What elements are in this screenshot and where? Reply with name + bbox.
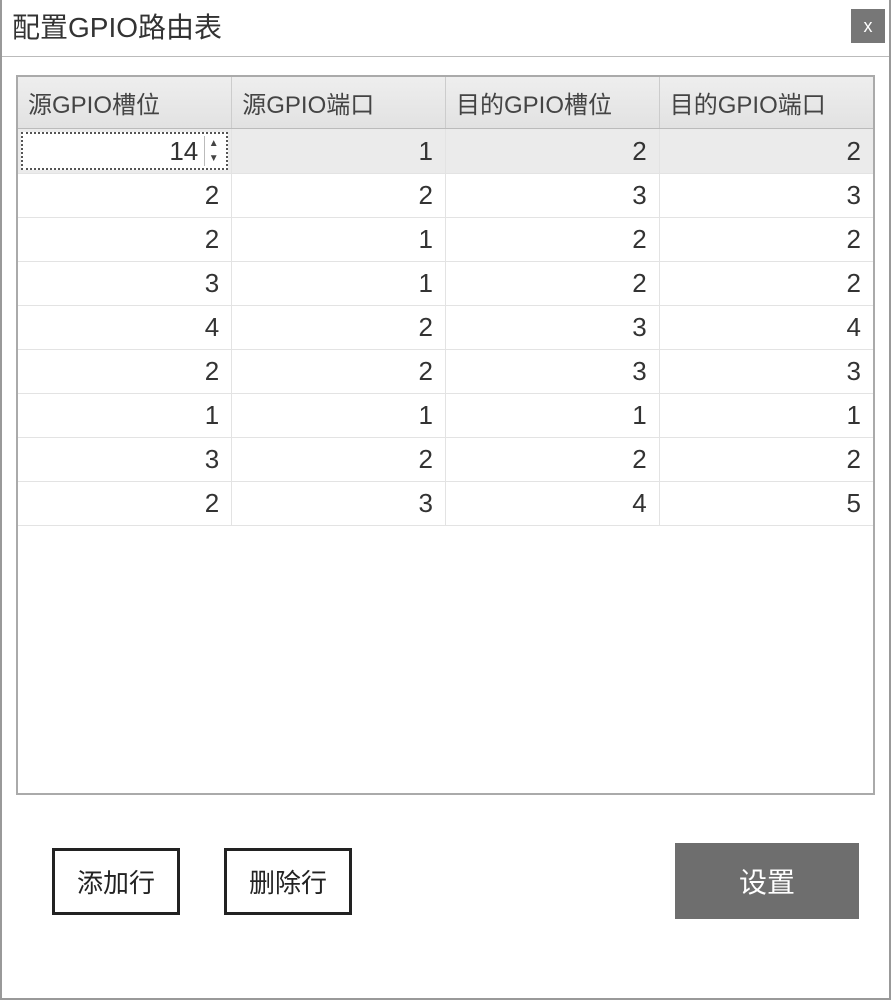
table-cell[interactable]: 3 — [232, 482, 446, 526]
table-cell[interactable]: 2 — [446, 262, 660, 306]
add-row-button[interactable]: 添加行 — [52, 848, 180, 915]
table-cell[interactable]: 2 — [18, 482, 232, 526]
col-header-src-slot[interactable]: 源GPIO槽位 — [18, 77, 232, 129]
table-cell[interactable]: 2 — [18, 350, 232, 394]
col-header-src-port[interactable]: 源GPIO端口 — [232, 77, 446, 129]
table-row[interactable]: 2345 — [18, 482, 873, 526]
table-cell[interactable]: 1 — [232, 262, 446, 306]
dialog-content: 源GPIO槽位 源GPIO端口 目的GPIO槽位 目的GPIO端口 14▲▼12… — [2, 57, 889, 795]
table-container: 源GPIO槽位 源GPIO端口 目的GPIO槽位 目的GPIO端口 14▲▼12… — [16, 75, 875, 795]
spinner-buttons: ▲▼ — [204, 136, 222, 166]
table-body: 14▲▼12222332122312242342233111132222345 — [18, 129, 873, 526]
table-row[interactable]: 3222 — [18, 438, 873, 482]
close-button[interactable]: x — [851, 9, 885, 43]
table-cell[interactable]: 3 — [18, 438, 232, 482]
table-cell[interactable]: 1 — [232, 129, 446, 174]
table-cell[interactable]: 5 — [659, 482, 873, 526]
table-row[interactable]: 2233 — [18, 350, 873, 394]
table-cell[interactable]: 3 — [446, 350, 660, 394]
spinner-cell[interactable]: 14▲▼ — [18, 129, 232, 174]
col-header-dst-port[interactable]: 目的GPIO端口 — [659, 77, 873, 129]
dialog-title: 配置GPIO路由表 — [12, 6, 222, 46]
spinner-input[interactable]: 14▲▼ — [21, 132, 228, 170]
spinner-up-icon[interactable]: ▲ — [205, 136, 222, 151]
gpio-routing-dialog: 配置GPIO路由表 x 源GPIO槽位 源GPIO端口 目的GPIO槽位 目的G… — [0, 0, 891, 1000]
table-header-row: 源GPIO槽位 源GPIO端口 目的GPIO槽位 目的GPIO端口 — [18, 77, 873, 129]
table-cell[interactable]: 2 — [659, 438, 873, 482]
table-cell[interactable]: 2 — [659, 129, 873, 174]
table-cell[interactable]: 1 — [446, 394, 660, 438]
table-cell[interactable]: 3 — [659, 174, 873, 218]
table-cell[interactable]: 2 — [659, 262, 873, 306]
table-cell[interactable]: 2 — [659, 218, 873, 262]
table-row[interactable]: 4234 — [18, 306, 873, 350]
table-cell[interactable]: 2 — [18, 218, 232, 262]
table-row[interactable]: 3122 — [18, 262, 873, 306]
table-cell[interactable]: 3 — [446, 174, 660, 218]
spinner-value: 14 — [169, 136, 204, 167]
col-header-dst-slot[interactable]: 目的GPIO槽位 — [446, 77, 660, 129]
table-cell[interactable]: 4 — [446, 482, 660, 526]
table-row[interactable]: 2122 — [18, 218, 873, 262]
gpio-routing-table: 源GPIO槽位 源GPIO端口 目的GPIO槽位 目的GPIO端口 14▲▼12… — [18, 77, 873, 526]
close-icon: x — [864, 16, 873, 37]
table-cell[interactable]: 3 — [18, 262, 232, 306]
table-cell[interactable]: 2 — [232, 438, 446, 482]
table-cell[interactable]: 3 — [659, 350, 873, 394]
table-cell[interactable]: 2 — [18, 174, 232, 218]
table-cell[interactable]: 1 — [659, 394, 873, 438]
table-cell[interactable]: 1 — [232, 394, 446, 438]
table-row[interactable]: 2233 — [18, 174, 873, 218]
table-cell[interactable]: 4 — [659, 306, 873, 350]
table-cell[interactable]: 2 — [446, 129, 660, 174]
titlebar: 配置GPIO路由表 x — [2, 0, 889, 57]
table-cell[interactable]: 4 — [18, 306, 232, 350]
delete-row-button[interactable]: 删除行 — [224, 848, 352, 915]
table-cell[interactable]: 2 — [232, 350, 446, 394]
table-cell[interactable]: 2 — [446, 218, 660, 262]
table-row[interactable]: 1111 — [18, 394, 873, 438]
table-cell[interactable]: 2 — [232, 174, 446, 218]
apply-button[interactable]: 设置 — [675, 843, 859, 919]
spinner-down-icon[interactable]: ▼ — [205, 151, 222, 166]
table-cell[interactable]: 3 — [446, 306, 660, 350]
table-cell[interactable]: 2 — [232, 306, 446, 350]
table-cell[interactable]: 1 — [232, 218, 446, 262]
dialog-footer: 添加行 删除行 设置 — [2, 795, 889, 919]
table-row[interactable]: 14▲▼122 — [18, 129, 873, 174]
table-cell[interactable]: 2 — [446, 438, 660, 482]
table-cell[interactable]: 1 — [18, 394, 232, 438]
